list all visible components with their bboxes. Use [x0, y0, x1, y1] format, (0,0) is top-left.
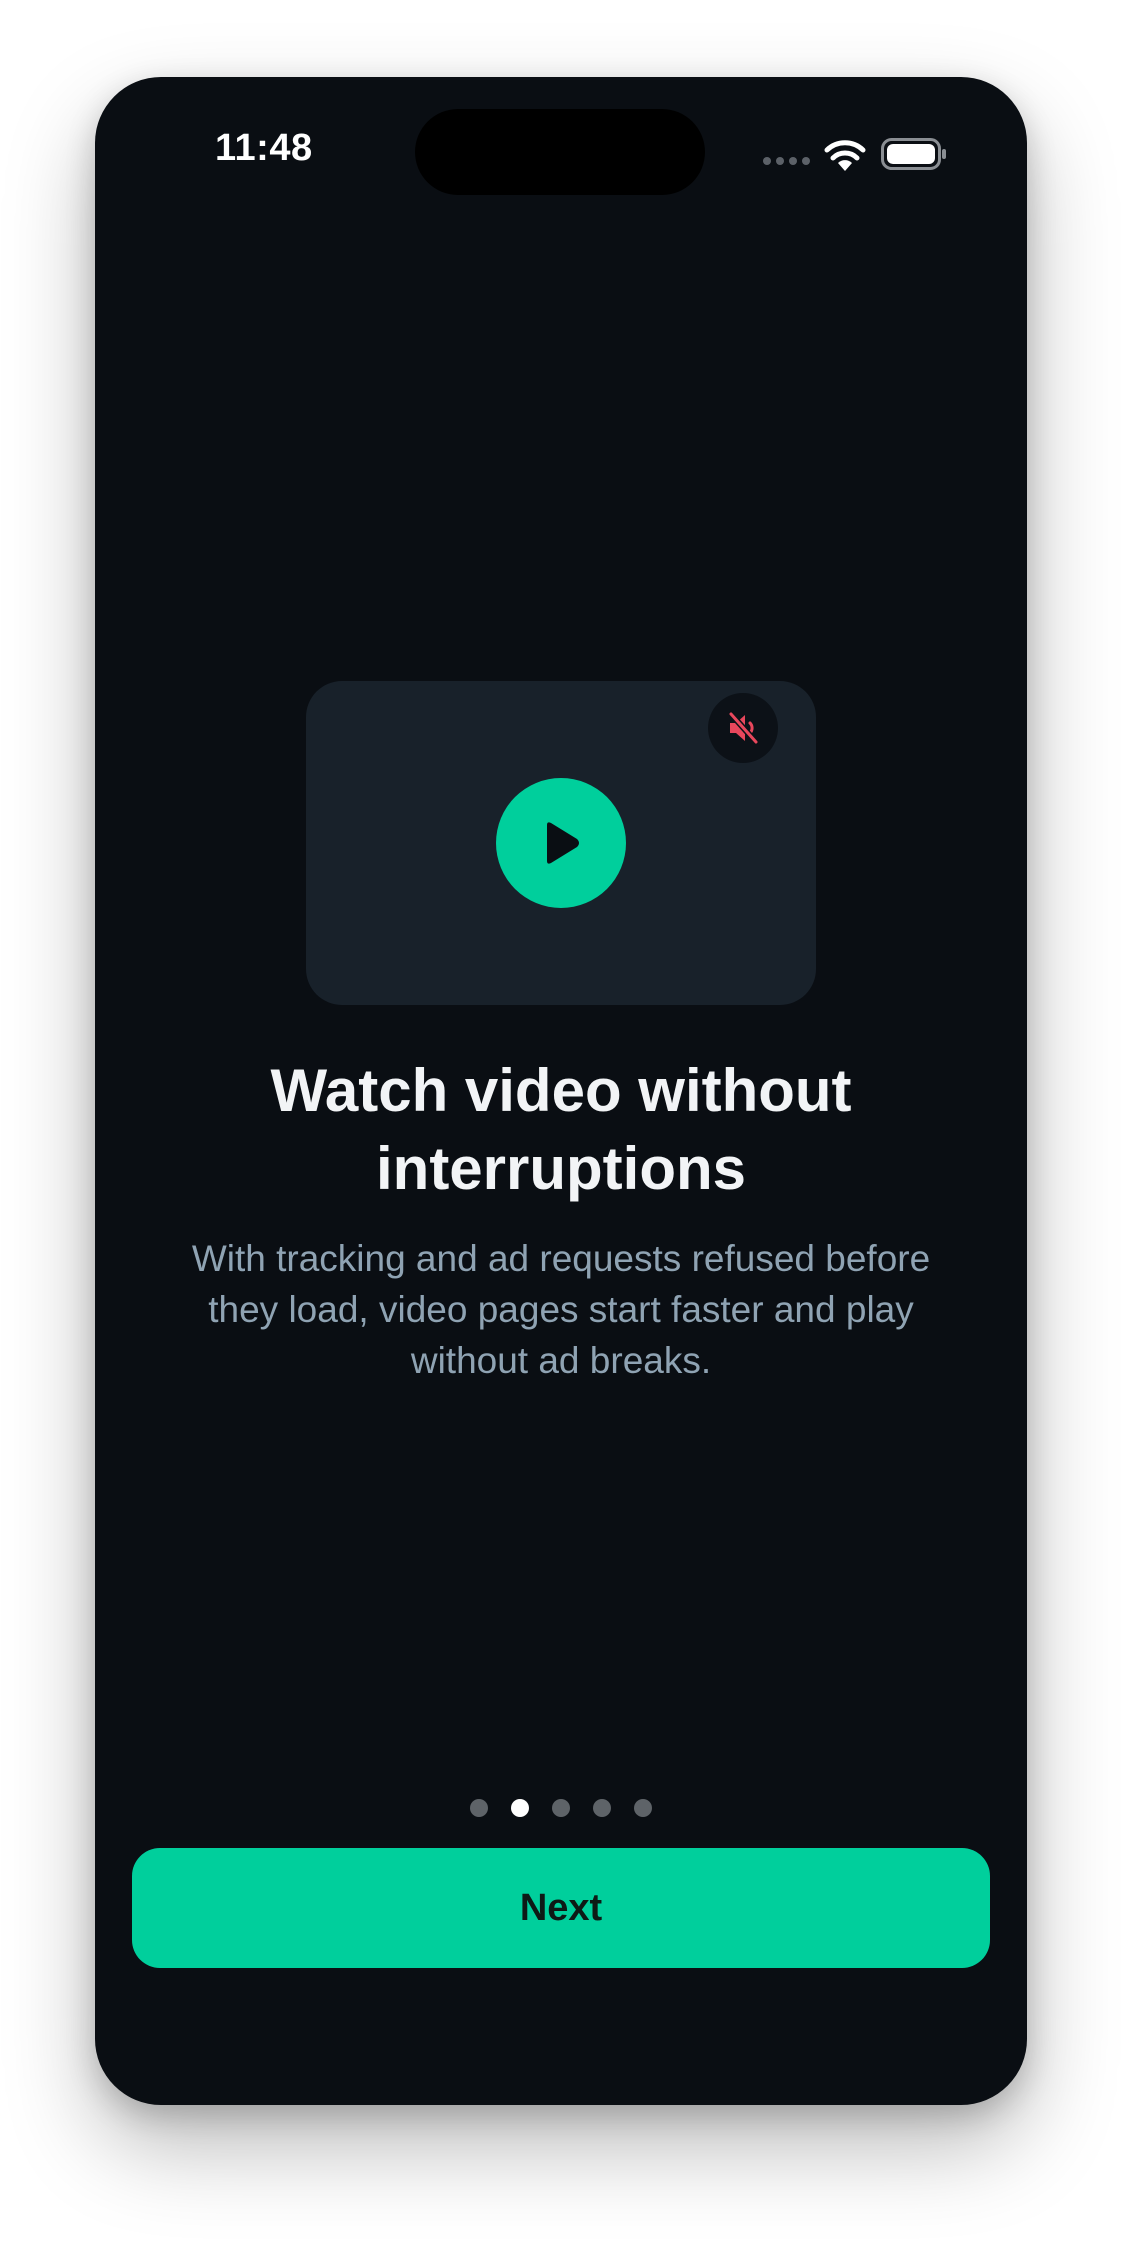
- page-dot-3[interactable]: [552, 1799, 570, 1817]
- page-dot-2[interactable]: [511, 1799, 529, 1817]
- mute-button[interactable]: [708, 693, 778, 763]
- onboarding-title: Watch video without interruptions: [270, 1057, 852, 1202]
- phone-screen: 11:48 Watch video without interruptions: [95, 77, 1027, 2105]
- muted-speaker-icon: [728, 711, 759, 745]
- page-dot-4[interactable]: [593, 1799, 611, 1817]
- page-dot-5[interactable]: [634, 1799, 652, 1817]
- page-dot-1[interactable]: [470, 1799, 488, 1817]
- video-preview-card: [306, 681, 816, 1005]
- dynamic-island: [415, 109, 705, 195]
- onboarding-description: With tracking and ad requests refused be…: [191, 1238, 931, 1381]
- next-button[interactable]: Next: [132, 1848, 990, 1968]
- play-button[interactable]: [496, 778, 626, 908]
- battery-icon: [881, 138, 946, 170]
- wifi-icon: [824, 140, 866, 171]
- status-time: 11:48: [215, 127, 313, 169]
- play-icon: [547, 822, 579, 864]
- page-indicator: [95, 1799, 1027, 1817]
- signal-icon: [763, 157, 810, 165]
